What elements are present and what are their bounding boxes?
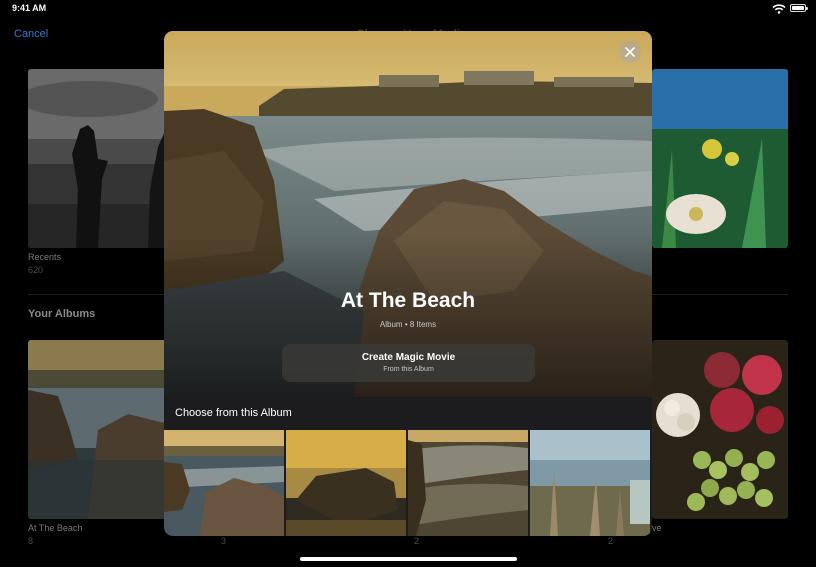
home-indicator[interactable] bbox=[300, 557, 517, 561]
recents-thumbnail bbox=[28, 69, 168, 248]
album-photo-thumbnail[interactable] bbox=[286, 430, 406, 536]
album-photo-thumbnail[interactable] bbox=[164, 430, 284, 536]
album-photo-thumbnail[interactable] bbox=[530, 430, 650, 536]
magic-movie-title: Create Magic Movie bbox=[361, 352, 456, 363]
album-subtitle: Album • 8 Items bbox=[379, 320, 437, 329]
albums-section-title: Your Albums bbox=[28, 308, 96, 320]
fruit-thumbnail bbox=[652, 340, 788, 519]
magic-movie-subtitle: From this Album bbox=[383, 366, 434, 373]
album-preview-modal: At The Beach Album • 8 Items Create Magi… bbox=[164, 31, 652, 536]
recents-label: Recents bbox=[28, 252, 62, 262]
album-count-at-the-beach: 8 bbox=[28, 536, 34, 546]
cancel-button[interactable]: Cancel bbox=[14, 28, 48, 40]
close-icon bbox=[625, 47, 635, 57]
album-count-4: 2 bbox=[608, 536, 614, 546]
album-title: At The Beach bbox=[340, 289, 476, 312]
album-count-2: 3 bbox=[221, 536, 227, 546]
album-tile-flowers[interactable] bbox=[652, 69, 788, 248]
beach-album-thumbnail bbox=[28, 340, 168, 519]
album-photo-thumbnail[interactable] bbox=[408, 430, 528, 536]
album-tile-fruit[interactable] bbox=[652, 340, 788, 519]
choose-from-album-header: Choose from this Album bbox=[164, 397, 652, 430]
album-tile-at-the-beach[interactable] bbox=[28, 340, 168, 519]
recents-album-tile[interactable] bbox=[28, 69, 168, 248]
album-hero-image bbox=[164, 31, 652, 397]
album-label-at-the-beach: At The Beach bbox=[28, 523, 83, 533]
create-magic-movie-button[interactable]: Create Magic Movie From this Album bbox=[282, 344, 535, 382]
flowers-thumbnail bbox=[652, 69, 788, 248]
choose-from-album-label: Choose from this Album bbox=[175, 407, 292, 419]
album-label-4: ve bbox=[652, 523, 662, 533]
album-count-3: 2 bbox=[414, 536, 420, 546]
album-thumbnail-strip bbox=[164, 430, 652, 536]
close-button[interactable] bbox=[619, 41, 641, 63]
recents-count: 620 bbox=[28, 265, 44, 275]
